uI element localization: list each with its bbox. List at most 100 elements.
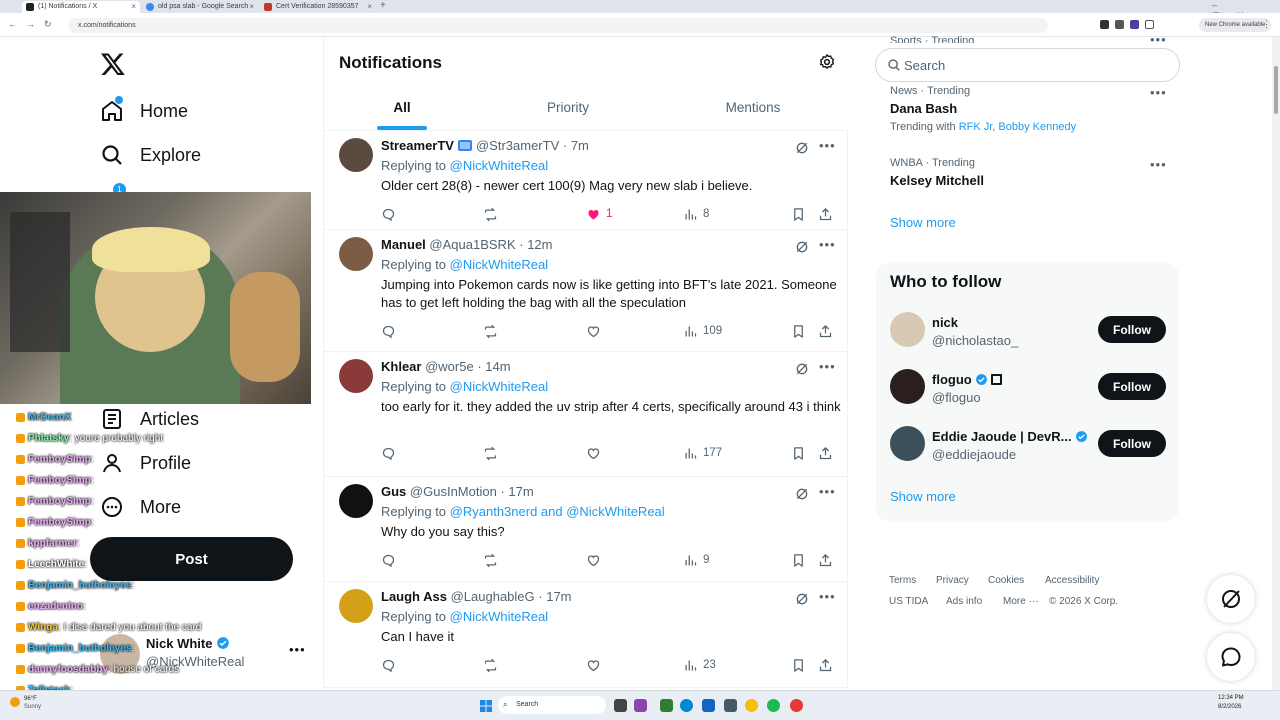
nav-explore[interactable]: Explore [100, 140, 201, 170]
nav-home[interactable]: Home [100, 96, 188, 126]
tab-mentions[interactable]: Mentions [703, 100, 803, 115]
gear-icon[interactable] [818, 53, 836, 71]
reply-mention-link[interactable]: @NickWhiteReal [450, 158, 548, 173]
tweet-more-icon[interactable]: ••• [819, 359, 836, 374]
bookmark-button[interactable] [791, 445, 806, 461]
close-tab-icon[interactable]: × [249, 1, 254, 12]
share-button[interactable] [818, 657, 833, 673]
chrome-icon[interactable] [745, 699, 758, 712]
like-button[interactable] [586, 552, 606, 568]
tab-all[interactable]: All [377, 100, 427, 115]
retweet-button[interactable] [483, 206, 498, 222]
reload-icon[interactable]: ↻ [44, 19, 52, 30]
tweet-avatar[interactable] [339, 138, 373, 172]
tweet-author-name[interactable]: Khlear [381, 359, 421, 374]
views-button[interactable]: 8 [683, 206, 709, 222]
reply-mention-link[interactable]: @NickWhiteReal [450, 257, 548, 272]
reply-mention-link[interactable]: @NickWhiteReal [450, 379, 548, 394]
views-button[interactable]: 9 [683, 552, 709, 568]
show-more-trends-link[interactable]: Show more [890, 215, 956, 230]
grok-explain-icon[interactable] [794, 361, 810, 377]
windows-start-icon[interactable] [480, 699, 492, 712]
follow-button[interactable]: Follow [1098, 430, 1166, 457]
url-field[interactable]: x.com/notifications [68, 18, 1048, 33]
trend-more-icon[interactable]: ••• [1150, 85, 1167, 100]
tweet-author-handle[interactable]: @Str3amerTV [476, 138, 559, 153]
weather-icon[interactable] [10, 697, 20, 707]
messages-button[interactable] [1207, 633, 1255, 681]
menu-dots-icon[interactable]: ⋮ [1262, 19, 1271, 30]
bookmark-button[interactable] [791, 552, 806, 568]
footer-cookies-link[interactable]: Cookies [988, 575, 1024, 586]
footer-adsinfo-link[interactable]: Ads info [946, 596, 982, 607]
tweet-time[interactable]: 12m [527, 237, 552, 252]
tweet-avatar[interactable] [339, 484, 373, 518]
tweet-time[interactable]: 17m [546, 589, 571, 604]
tweet-more-icon[interactable]: ••• [819, 484, 836, 499]
reply-button[interactable] [381, 657, 396, 673]
close-tab-icon[interactable]: × [131, 1, 136, 12]
follow-button[interactable]: Follow [1098, 373, 1166, 400]
forward-icon[interactable]: → [26, 19, 35, 29]
share-button[interactable] [818, 445, 833, 461]
suggestion-avatar[interactable] [890, 426, 925, 461]
tweet-avatar[interactable] [339, 237, 373, 271]
edge-icon[interactable] [680, 699, 693, 712]
tab-priority[interactable]: Priority [518, 100, 618, 115]
browser-tab-notifications[interactable]: (1) Notifications / X × [22, 1, 140, 13]
footer-more-link[interactable]: More ··· [1003, 596, 1039, 607]
tweet-row[interactable]: Manuel @Aqua1BSRK · 12m ••• Replying to @N… [324, 230, 849, 352]
grok-explain-icon[interactable] [794, 140, 810, 156]
tweet-author-name[interactable]: Laugh Ass [381, 589, 447, 604]
reply-mention-link[interactable]: @NickWhiteReal [450, 609, 548, 624]
browser-tab-google[interactable]: old psa slab - Google Search × [142, 1, 258, 13]
app-icon[interactable] [790, 699, 803, 712]
copilot-icon[interactable] [634, 699, 647, 712]
trend-more-icon[interactable]: ••• [1150, 157, 1167, 172]
footer-privacy-link[interactable]: Privacy [936, 575, 969, 586]
tweet-avatar[interactable] [339, 359, 373, 393]
tweet-row[interactable]: StreamerTV @Str3amerTV · 7m ••• Replying to… [324, 131, 849, 230]
tweet-row[interactable]: Khlear @wor5e · 14m ••• Replying to @NickW… [324, 352, 849, 477]
tweet-time[interactable]: 7m [571, 138, 589, 153]
reply-button[interactable] [381, 552, 396, 568]
like-button[interactable] [586, 323, 606, 339]
close-tab-icon[interactable]: × [367, 1, 372, 12]
grok-explain-icon[interactable] [794, 486, 810, 502]
grok-button[interactable] [1207, 575, 1255, 623]
scrollbar-thumb[interactable] [1274, 66, 1278, 114]
grok-explain-icon[interactable] [794, 591, 810, 607]
footer-tida-link[interactable]: US TIDA [889, 596, 928, 607]
page-scrollbar[interactable] [1272, 37, 1280, 690]
suggestion-avatar[interactable] [890, 312, 925, 347]
tweet-row[interactable]: Laugh Ass @LaughableG · 17m ••• Replying t… [324, 582, 849, 688]
tweet-row[interactable]: Gus @GusInMotion · 17m ••• Replying to @Ry… [324, 477, 849, 582]
suggestion-name[interactable]: nick [932, 315, 958, 330]
views-button[interactable]: 23 [683, 657, 716, 673]
new-tab-icon[interactable]: + [380, 0, 386, 11]
bookmark-button[interactable] [791, 206, 806, 222]
tweet-author-handle[interactable]: @LaughableG [451, 589, 535, 604]
extension-icons[interactable] [1100, 20, 1160, 30]
tweet-author-name[interactable]: StreamerTV [381, 138, 454, 153]
footer-accessibility-link[interactable]: Accessibility [1045, 575, 1099, 586]
retweet-button[interactable] [483, 323, 498, 339]
tweet-author-handle[interactable]: @GusInMotion [410, 484, 497, 499]
task-view-icon[interactable] [614, 699, 627, 712]
share-button[interactable] [818, 323, 833, 339]
like-button[interactable]: 1 [586, 206, 612, 222]
tweet-author-handle[interactable]: @Aqua1BSRK [429, 237, 515, 252]
app-icon[interactable] [702, 699, 715, 712]
browser-tab-cert[interactable]: Cert Verification 28590357 × [260, 1, 376, 13]
app-icon[interactable] [724, 699, 737, 712]
retweet-button[interactable] [483, 445, 498, 461]
app-icon[interactable] [660, 699, 673, 712]
spotify-icon[interactable] [767, 699, 780, 712]
grok-explain-icon[interactable] [794, 239, 810, 255]
reply-button[interactable] [381, 445, 396, 461]
search-input[interactable]: Search [875, 48, 1180, 82]
suggestion-name[interactable]: floguo [932, 372, 1003, 387]
tweet-more-icon[interactable]: ••• [819, 237, 836, 252]
share-button[interactable] [818, 206, 833, 222]
like-button[interactable] [586, 445, 606, 461]
